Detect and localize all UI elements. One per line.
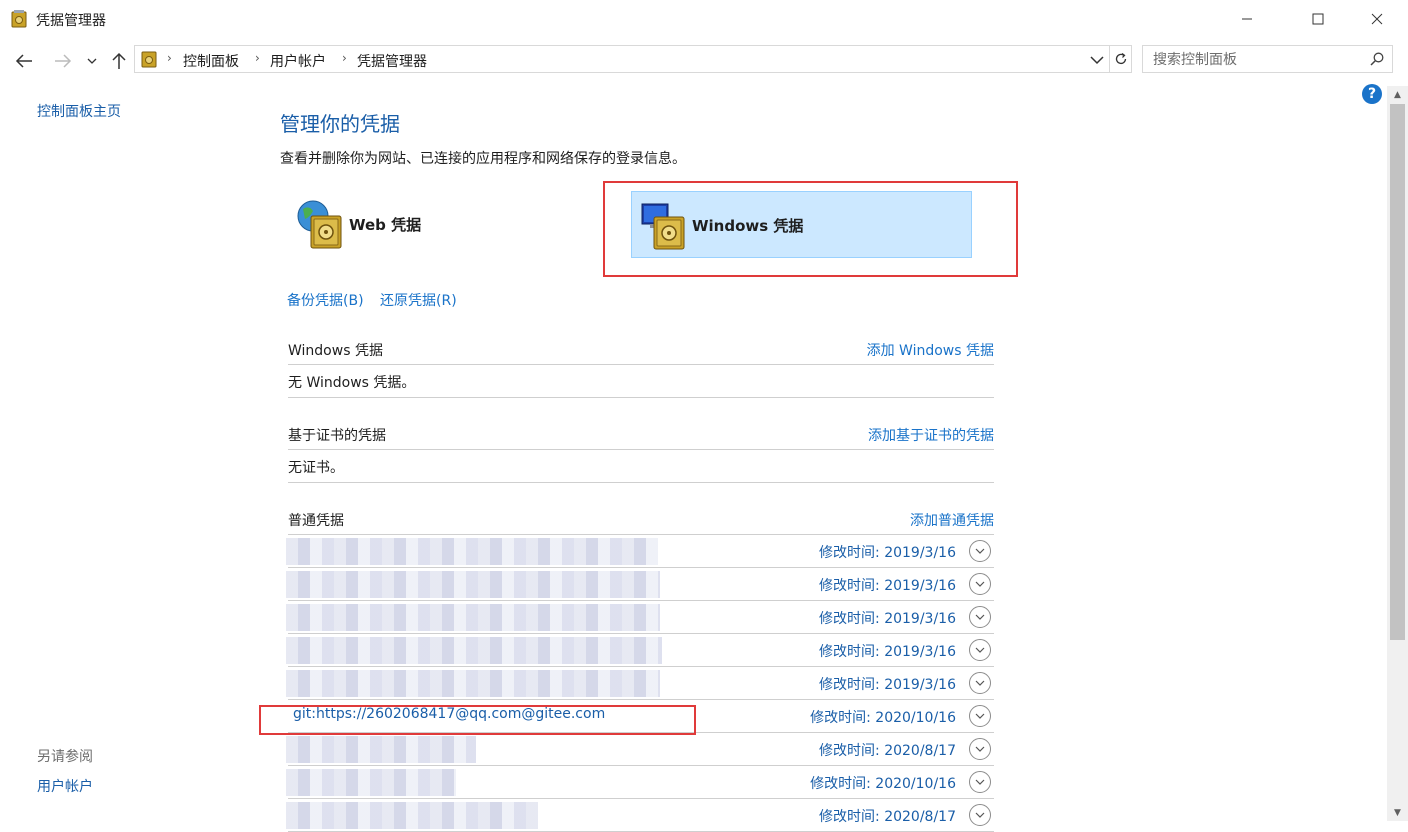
expand-chevron-icon[interactable]	[969, 639, 991, 661]
windows-credentials-tile[interactable]: Windows 凭据	[631, 191, 972, 258]
add-windows-credential-link[interactable]: 添加 Windows 凭据	[867, 340, 994, 360]
redacted-credential-name	[286, 538, 658, 565]
globe-safe-icon	[297, 200, 342, 249]
sidebar-user-accounts-link[interactable]: 用户帐户	[37, 776, 93, 796]
empty-message: 无 Windows 凭据。	[288, 375, 416, 391]
breadcrumb-control-panel[interactable]: 控制面板	[183, 51, 239, 71]
expand-chevron-icon[interactable]	[969, 606, 991, 628]
credential-row[interactable]: 修改时间: 2020/8/17	[286, 733, 994, 766]
credential-row[interactable]: 修改时间: 2019/3/16	[286, 601, 994, 634]
expand-chevron-icon[interactable]	[969, 540, 991, 562]
vertical-scrollbar[interactable]: ▲ ▼	[1387, 86, 1408, 821]
add-generic-credential-link[interactable]: 添加普通凭据	[910, 510, 994, 530]
forward-button[interactable]	[52, 50, 74, 72]
empty-message: 无证书。	[288, 460, 344, 476]
back-arrow-icon	[15, 54, 32, 68]
windows-credentials-section-header: Windows 凭据 添加 Windows 凭据	[288, 335, 994, 365]
scroll-up-arrow-icon[interactable]: ▲	[1387, 86, 1408, 103]
minimize-button[interactable]	[1224, 0, 1270, 38]
expand-chevron-icon[interactable]	[969, 705, 991, 727]
add-certificate-credential-link[interactable]: 添加基于证书的凭据	[868, 425, 994, 445]
redacted-credential-name	[286, 571, 660, 598]
credential-row[interactable]: git:https://2602068417@qq.com@gitee.com …	[288, 700, 994, 733]
address-bar[interactable]: › 控制面板 › 用户帐户 › 凭据管理器	[134, 45, 1110, 73]
address-dropdown-icon[interactable]	[1087, 52, 1107, 68]
maximize-button[interactable]	[1295, 0, 1341, 38]
search-input[interactable]	[1151, 50, 1365, 70]
back-button[interactable]	[13, 50, 35, 72]
credential-modified-date: 修改时间: 2020/8/17	[819, 743, 956, 759]
credential-modified-date: 修改时间: 2020/10/16	[810, 776, 956, 792]
minimize-icon	[1242, 18, 1252, 20]
restore-credentials-link[interactable]: 还原凭据(R)	[380, 290, 457, 310]
window-title: 凭据管理器	[36, 13, 106, 29]
credential-modified-date: 修改时间: 2019/3/16	[819, 611, 956, 627]
maximize-icon	[1312, 13, 1324, 25]
redacted-credential-name	[286, 769, 456, 796]
section-title: 基于证书的凭据	[288, 428, 386, 444]
windows-credentials-empty: 无 Windows 凭据。	[288, 365, 994, 398]
generic-credentials-section-header: 普通凭据 添加普通凭据	[288, 505, 994, 535]
credential-row[interactable]: 修改时间: 2019/3/16	[286, 667, 994, 700]
expand-chevron-icon[interactable]	[969, 804, 991, 826]
sidebar-control-panel-home[interactable]: 控制面板主页	[37, 101, 121, 121]
credential-safe-icon	[11, 10, 27, 28]
redacted-credential-name	[286, 637, 662, 664]
close-icon	[1371, 13, 1383, 25]
credential-row[interactable]: 修改时间: 2019/3/16	[286, 568, 994, 601]
chevron-down-icon	[87, 58, 97, 64]
recent-locations-button[interactable]	[83, 50, 101, 72]
title-bar: 凭据管理器	[0, 0, 1408, 38]
expand-chevron-icon[interactable]	[969, 573, 991, 595]
credential-name: git:https://2602068417@qq.com@gitee.com	[293, 706, 606, 722]
windows-credentials-label: Windows 凭据	[692, 217, 804, 235]
section-title: Windows 凭据	[288, 343, 383, 359]
expand-chevron-icon[interactable]	[969, 771, 991, 793]
credential-row[interactable]: 修改时间: 2019/3/16	[286, 535, 994, 568]
credential-modified-date: 修改时间: 2019/3/16	[819, 644, 956, 660]
help-icon[interactable]: ?	[1362, 84, 1382, 104]
credential-row[interactable]: 修改时间: 2019/3/16	[286, 634, 994, 667]
redacted-credential-name	[286, 736, 476, 763]
expand-chevron-icon[interactable]	[969, 672, 991, 694]
refresh-button[interactable]	[1110, 45, 1132, 73]
see-also-heading: 另请参阅	[37, 749, 93, 765]
computer-safe-icon	[641, 203, 685, 250]
credential-modified-date: 修改时间: 2020/10/16	[810, 710, 956, 726]
refresh-icon	[1115, 52, 1126, 65]
credential-row[interactable]: 修改时间: 2020/8/17	[286, 799, 994, 832]
search-box[interactable]	[1142, 45, 1393, 73]
breadcrumb-credential-manager[interactable]: 凭据管理器	[357, 51, 427, 71]
credential-modified-date: 修改时间: 2019/3/16	[819, 545, 956, 561]
redacted-credential-name	[286, 802, 538, 829]
section-title: 普通凭据	[288, 513, 344, 529]
scroll-thumb[interactable]	[1390, 104, 1405, 640]
page-title: 管理你的凭据	[280, 112, 400, 136]
credential-row[interactable]: 修改时间: 2020/10/16	[286, 766, 994, 799]
breadcrumb-chevron-icon: ›	[167, 51, 172, 65]
breadcrumb-user-accounts[interactable]: 用户帐户	[270, 51, 326, 71]
scroll-down-arrow-icon[interactable]: ▼	[1387, 804, 1408, 821]
breadcrumb-chevron-icon: ›	[255, 51, 260, 65]
page-description: 查看并删除你为网站、已连接的应用程序和网络保存的登录信息。	[280, 151, 686, 167]
breadcrumb-chevron-icon: ›	[342, 51, 347, 65]
certificate-credentials-section-header: 基于证书的凭据 添加基于证书的凭据	[288, 420, 994, 450]
up-arrow-icon	[112, 52, 126, 69]
backup-credentials-link[interactable]: 备份凭据(B)	[287, 290, 364, 310]
web-credentials-tile[interactable]: Web 凭据	[289, 191, 630, 258]
credential-modified-date: 修改时间: 2019/3/16	[819, 677, 956, 693]
redacted-credential-name	[286, 670, 660, 697]
certificate-credentials-empty: 无证书。	[288, 450, 994, 483]
search-icon	[1370, 52, 1384, 66]
web-credentials-label: Web 凭据	[349, 216, 422, 234]
up-button[interactable]	[108, 50, 130, 72]
credential-safe-icon	[141, 51, 157, 68]
credential-modified-date: 修改时间: 2019/3/16	[819, 578, 956, 594]
credential-modified-date: 修改时间: 2020/8/17	[819, 809, 956, 825]
expand-chevron-icon[interactable]	[969, 738, 991, 760]
close-button[interactable]	[1354, 0, 1400, 38]
navigation-bar: › 控制面板 › 用户帐户 › 凭据管理器	[0, 38, 1408, 82]
redacted-credential-name	[286, 604, 660, 631]
forward-arrow-icon	[55, 54, 72, 68]
